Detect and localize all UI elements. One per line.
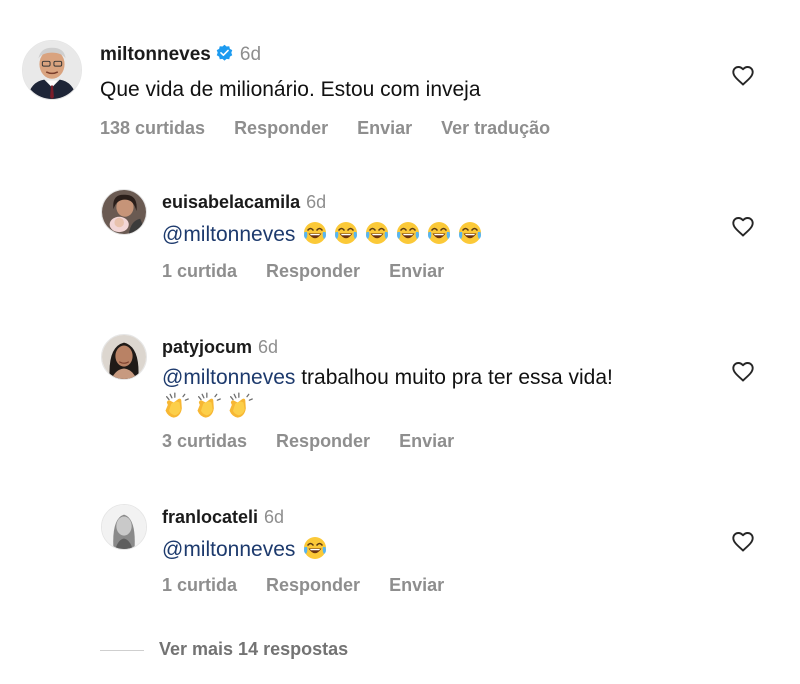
view-more-replies[interactable]: Ver mais 14 respostas: [100, 639, 500, 663]
username[interactable]: euisabelacamila: [162, 192, 300, 212]
likes-count[interactable]: 1 curtida: [162, 575, 237, 595]
comment-header: patyjocum 6d: [162, 337, 278, 358]
joy-emoji: [458, 221, 483, 245]
translate-button[interactable]: Ver tradução: [441, 118, 550, 138]
comment-body: trabalhou muito pra ter essa vida!: [295, 366, 613, 389]
divider-line: [100, 650, 144, 651]
joy-emoji: [334, 221, 359, 245]
reply-franlocateli: franlocateli 6d @miltonneves 1 curtida Res…: [0, 504, 800, 604]
send-button[interactable]: Enviar: [357, 118, 412, 138]
comment-header: euisabelacamila 6d: [162, 192, 326, 213]
username[interactable]: franlocateli: [162, 507, 258, 527]
username[interactable]: patyjocum: [162, 337, 252, 357]
send-button[interactable]: Enviar: [389, 575, 444, 595]
joy-emoji: [427, 221, 452, 245]
comment-actions: 1 curtida Responder Enviar: [162, 261, 473, 282]
comment-header: franlocateli 6d: [162, 507, 284, 528]
reply-button[interactable]: Responder: [234, 118, 328, 138]
reply-button[interactable]: Responder: [266, 261, 360, 281]
reply-button[interactable]: Responder: [266, 575, 360, 595]
joy-emoji: [396, 221, 421, 245]
reply-patyjocum: patyjocum 6d @miltonneves trabalhou muito…: [0, 334, 800, 464]
likes-count[interactable]: 138 curtidas: [100, 118, 205, 138]
likes-count[interactable]: 1 curtida: [162, 261, 237, 281]
joy-emoji: [365, 221, 390, 245]
send-button[interactable]: Enviar: [399, 431, 454, 451]
comment-actions: 1 curtida Responder Enviar: [162, 575, 473, 596]
emoji-row: [162, 392, 254, 422]
avatar-miltonneves[interactable]: [22, 40, 82, 100]
heart-outline-icon[interactable]: [731, 64, 755, 86]
joy-emoji: [303, 536, 328, 560]
avatar-patyjocum[interactable]: [101, 334, 147, 380]
reply-button[interactable]: Responder: [276, 431, 370, 451]
likes-count[interactable]: 3 curtidas: [162, 431, 247, 451]
avatar-euisabelacamila[interactable]: [101, 189, 147, 235]
comment-actions: 3 curtidas Responder Enviar: [162, 431, 483, 452]
comment-header: miltonneves 6d: [100, 44, 261, 69]
joy-emoji: [303, 221, 328, 245]
verified-badge-icon: [215, 44, 234, 69]
comment-actions: 138 curtidas Responder Enviar Ver tradução: [100, 118, 579, 139]
comment-text: @miltonneves: [162, 221, 483, 247]
heart-outline-icon[interactable]: [731, 215, 755, 237]
comment-time: 6d: [258, 337, 279, 357]
clapping-hands-emoji: [162, 392, 190, 420]
comment-time: 6d: [306, 192, 327, 212]
comment-miltonneves: miltonneves 6d Que vida de milionário. Es…: [0, 40, 800, 140]
comment-text: @miltonneves trabalhou muito pra ter ess…: [162, 366, 613, 390]
comment-time: 6d: [264, 507, 285, 527]
clapping-hands-emoji: [226, 392, 254, 420]
comment-time: 6d: [239, 44, 262, 65]
username[interactable]: miltonneves: [100, 44, 211, 65]
comment-text: Que vida de milionário. Estou com inveja: [100, 78, 481, 101]
clapping-hands-emoji: [194, 392, 222, 420]
heart-outline-icon[interactable]: [731, 360, 755, 382]
view-more-replies-label[interactable]: Ver mais 14 respostas: [159, 639, 348, 660]
reply-euisabelacamila: euisabelacamila 6d @miltonneves 1 curtida…: [0, 189, 800, 289]
comment-text: @miltonneves: [162, 536, 328, 562]
heart-outline-icon[interactable]: [731, 530, 755, 552]
mention-link[interactable]: @miltonneves: [162, 366, 295, 389]
send-button[interactable]: Enviar: [389, 261, 444, 281]
mention-link[interactable]: @miltonneves: [162, 538, 295, 561]
mention-link[interactable]: @miltonneves: [162, 223, 295, 246]
avatar-franlocateli[interactable]: [101, 504, 147, 550]
